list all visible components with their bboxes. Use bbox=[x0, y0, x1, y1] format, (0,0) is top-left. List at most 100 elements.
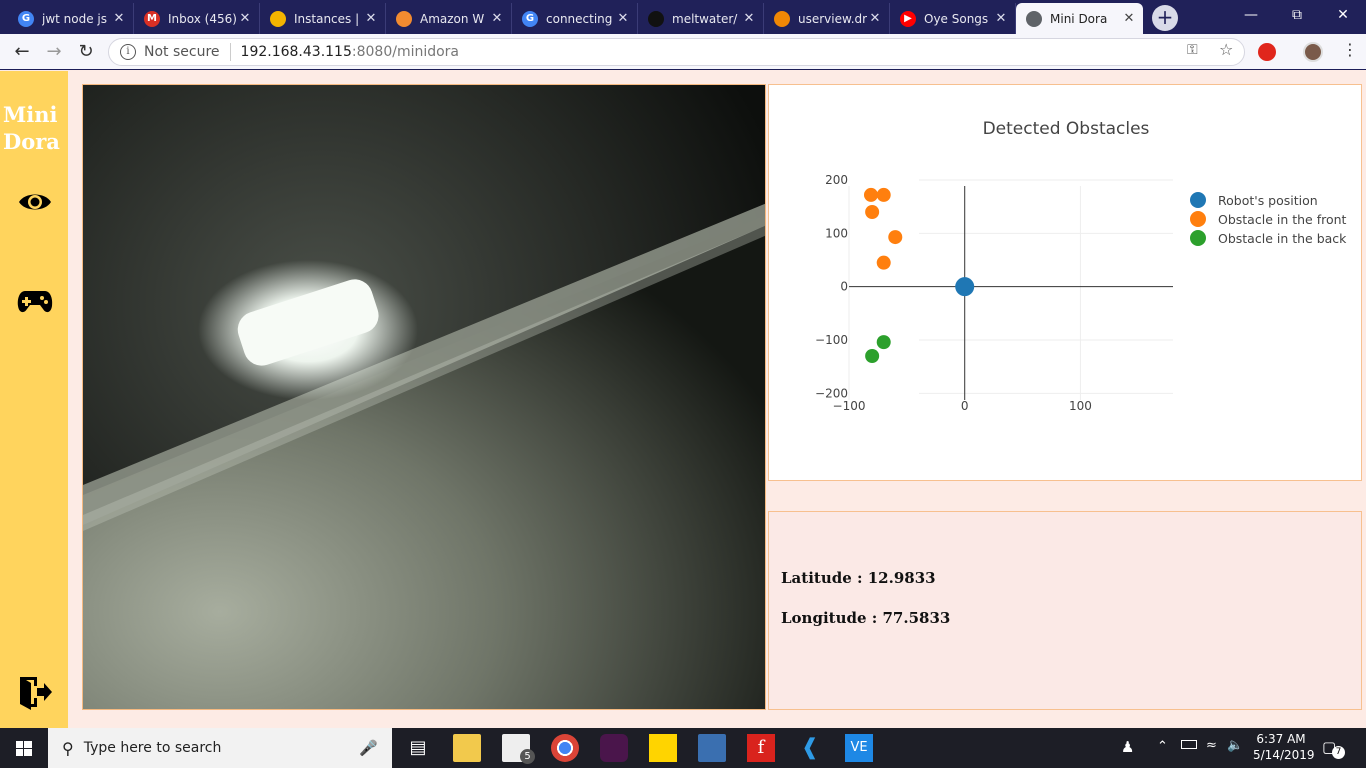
y-tick-label: −100 bbox=[815, 333, 848, 347]
remote-desktop-icon[interactable] bbox=[698, 734, 726, 762]
slack-icon[interactable] bbox=[600, 734, 628, 762]
x-tick-label: 0 bbox=[961, 399, 969, 413]
drawio-icon bbox=[774, 10, 790, 27]
browser-tab[interactable]: Amazon W ✕ bbox=[386, 3, 512, 34]
tab-title: Amazon W bbox=[420, 11, 485, 26]
y-tick-label: 200 bbox=[825, 173, 848, 187]
notification-icon[interactable]: ▢ 7 bbox=[1322, 738, 1345, 759]
search-icon: ⚲ bbox=[62, 738, 74, 758]
address-bar[interactable]: i Not secure 192.168.43.115 :8080/minido… bbox=[108, 38, 1245, 66]
page-icon bbox=[1026, 10, 1042, 27]
forward-button[interactable]: → bbox=[42, 40, 66, 64]
address-separator bbox=[229, 43, 231, 61]
new-tab-button[interactable]: + bbox=[1152, 5, 1178, 31]
tab-title: Instances | bbox=[294, 11, 360, 26]
browser-tab[interactable]: userview.dr ✕ bbox=[764, 3, 890, 34]
x-tick-label: −100 bbox=[833, 399, 866, 413]
search-placeholder: Type here to search bbox=[83, 740, 222, 756]
gamepad-icon[interactable] bbox=[17, 286, 53, 316]
windows-taskbar: ⚲ Type here to search 🎤 ▤ 5 f ❰ VE ♟ ⌃ ≈… bbox=[0, 728, 1366, 768]
mail-icon[interactable]: 5 bbox=[502, 734, 535, 764]
browser-tab-bar: Gjwt node js ✕ M Inbox (456) ✕ Instances | ✕ A… bbox=[0, 0, 1366, 34]
filezilla-icon[interactable]: f bbox=[747, 734, 775, 762]
chrome-icon[interactable] bbox=[551, 734, 579, 762]
browser-tab[interactable]: meltwater/✕ bbox=[638, 3, 764, 34]
latitude-text: Latitude : 12.9833 bbox=[781, 569, 936, 587]
battery-icon[interactable] bbox=[1181, 740, 1197, 749]
tab-title: userview.dr bbox=[798, 11, 867, 26]
info-icon[interactable]: i bbox=[120, 44, 136, 60]
security-label: Not secure bbox=[144, 44, 220, 60]
github-icon bbox=[648, 10, 664, 27]
taskbar-search[interactable]: ⚲ Type here to search 🎤 bbox=[48, 728, 392, 768]
url-path: :8080/minidora bbox=[351, 44, 460, 60]
vscode-icon[interactable]: ❰ bbox=[796, 734, 824, 762]
y-tick-label: 0 bbox=[840, 280, 848, 294]
browser-toolbar: ← → ↻ i Not secure 192.168.43.115 :8080/… bbox=[0, 34, 1366, 70]
tab-close-icon[interactable]: ✕ bbox=[867, 11, 883, 26]
tab-close-icon[interactable]: ✕ bbox=[489, 11, 505, 26]
aws-instances-icon bbox=[270, 10, 286, 27]
microphone-icon[interactable]: 🎤 bbox=[359, 739, 378, 757]
notification-badge: 7 bbox=[1332, 746, 1345, 759]
tab-close-icon[interactable]: ✕ bbox=[993, 11, 1009, 26]
clock-date: 5/14/2019 bbox=[1253, 748, 1315, 762]
minimize-button[interactable]: — bbox=[1228, 0, 1274, 30]
legend-marker bbox=[1190, 192, 1206, 208]
virtualbox-icon[interactable]: VE bbox=[845, 734, 873, 762]
people-icon[interactable]: ♟ bbox=[1121, 738, 1134, 756]
tab-close-icon[interactable]: ✕ bbox=[363, 11, 379, 26]
tab-close-icon[interactable]: ✕ bbox=[741, 11, 757, 26]
tab-close-icon[interactable]: ✕ bbox=[1121, 11, 1137, 26]
windows-start-icon[interactable] bbox=[0, 728, 48, 768]
browser-tab[interactable]: Mini Dora ✕ bbox=[1016, 3, 1143, 34]
tab-title: meltwater/ bbox=[672, 11, 738, 26]
tab-title: connecting bbox=[546, 11, 613, 26]
key-icon[interactable]: ⚿ bbox=[1187, 42, 1198, 58]
sticky-notes-icon[interactable] bbox=[649, 734, 677, 762]
data-point bbox=[876, 255, 891, 270]
data-point bbox=[876, 187, 891, 202]
camera-image bbox=[83, 85, 765, 709]
legend-marker bbox=[1190, 230, 1206, 246]
legend-label: Obstacle in the front bbox=[1218, 212, 1347, 227]
menu-icon[interactable]: ⋮ bbox=[1342, 40, 1358, 59]
extension-icon[interactable] bbox=[1258, 43, 1276, 61]
chevron-up-icon[interactable]: ⌃ bbox=[1157, 739, 1168, 754]
y-tick-label: 100 bbox=[825, 226, 848, 240]
reload-button[interactable]: ↻ bbox=[74, 40, 98, 64]
file-explorer-icon[interactable] bbox=[453, 734, 481, 762]
back-button[interactable]: ← bbox=[10, 40, 34, 64]
data-point bbox=[865, 349, 880, 363]
wifi-icon[interactable]: ≈ bbox=[1206, 738, 1217, 753]
volume-icon[interactable]: 🔈 bbox=[1227, 738, 1243, 753]
longitude-text: Longitude : 77.5833 bbox=[781, 609, 951, 627]
close-window-button[interactable]: ✕ bbox=[1320, 0, 1366, 30]
clock[interactable]: 6:37 AM 5/14/2019 bbox=[1253, 732, 1315, 762]
aws-box-icon bbox=[396, 10, 412, 27]
restore-button[interactable]: ⧉ bbox=[1274, 0, 1320, 30]
browser-tab[interactable]: Gconnecting ✕ bbox=[512, 3, 638, 34]
app-logo: Mini Dora bbox=[3, 101, 63, 155]
legend-marker bbox=[1190, 211, 1206, 227]
tab-close-icon[interactable]: ✕ bbox=[237, 11, 253, 26]
obstacle-chart-panel: Detected Obstacles 200 100 0 −100 −200 −100 0 1… bbox=[768, 84, 1362, 481]
data-point bbox=[876, 335, 891, 350]
bookmark-star-icon[interactable]: ☆ bbox=[1219, 40, 1233, 59]
logout-icon[interactable] bbox=[17, 674, 53, 710]
browser-tab[interactable]: Gjwt node js ✕ bbox=[8, 3, 134, 34]
camera-feed bbox=[82, 84, 766, 710]
gmail-icon: M bbox=[144, 10, 160, 27]
eye-icon[interactable] bbox=[17, 187, 53, 217]
browser-tab[interactable]: Instances | ✕ bbox=[260, 3, 386, 34]
tab-close-icon[interactable]: ✕ bbox=[111, 11, 127, 26]
browser-tab[interactable]: ▶ Oye Songs ✕ bbox=[890, 3, 1016, 34]
tab-close-icon[interactable]: ✕ bbox=[615, 11, 631, 26]
gps-panel: Latitude : 12.9833 Longitude : 77.5833 bbox=[768, 511, 1362, 710]
task-view-icon[interactable]: ▤ bbox=[404, 734, 432, 762]
browser-tab[interactable]: M Inbox (456) ✕ bbox=[134, 3, 260, 34]
tab-title: Oye Songs bbox=[924, 11, 989, 26]
logo-line-2: Dora bbox=[3, 129, 60, 154]
tab-title: Inbox (456) bbox=[168, 11, 237, 26]
profile-avatar[interactable] bbox=[1303, 42, 1323, 62]
